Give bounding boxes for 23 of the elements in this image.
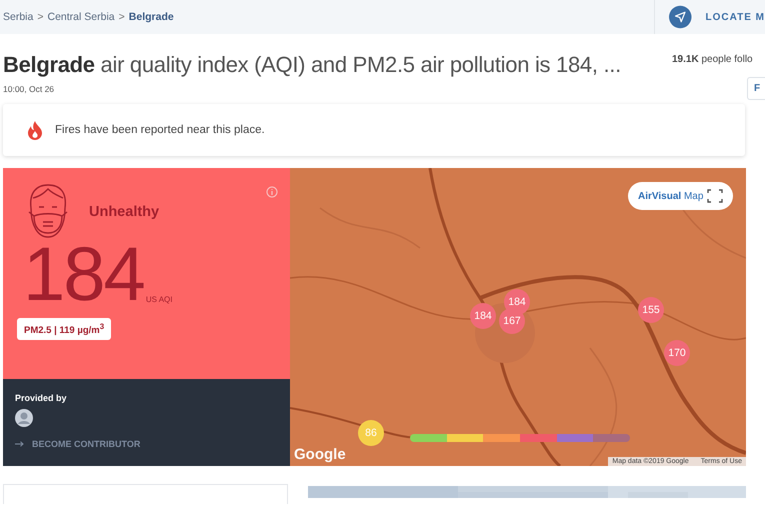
avatar-icon (15, 409, 33, 427)
provided-by-label: Provided by (15, 393, 67, 403)
timestamp: 10:00, Oct 26 (3, 84, 56, 94)
follow-button[interactable]: F (747, 77, 765, 100)
aqi-value: 184 (23, 236, 144, 314)
aqi-unit: US AQI (146, 295, 172, 304)
arrow-icon (15, 441, 24, 447)
fullscreen-icon[interactable] (707, 189, 723, 203)
map-logo: Google (294, 446, 346, 463)
breadcrumb-link[interactable]: Serbia (3, 11, 34, 23)
locate-button[interactable]: LOCATE M (706, 12, 765, 22)
breadcrumb-link[interactable]: Central Serbia (48, 11, 115, 23)
fire-icon (27, 120, 43, 140)
page-title: Belgrade air quality index (AQI) and PM2.5 air pollution is 184, ... (3, 52, 621, 78)
become-contributor-link[interactable]: BECOME CONTRIBUTOR (32, 439, 140, 449)
breadcrumb-separator: > (118, 11, 125, 23)
air-quality-status: Unhealthy (89, 204, 160, 220)
pollutant-badge: PM2.5 | 119 µg/m$^{3}$ (17, 318, 112, 340)
alert-message: Fires have been reported near this place. (55, 124, 265, 136)
breadcrumb-separator: > (37, 11, 44, 23)
follower-count: 19.1K people follo (672, 54, 753, 65)
map-brand-button[interactable]: AirVisual Map (628, 182, 733, 210)
breadcrumb-link[interactable]: Belgrade (128, 11, 174, 23)
